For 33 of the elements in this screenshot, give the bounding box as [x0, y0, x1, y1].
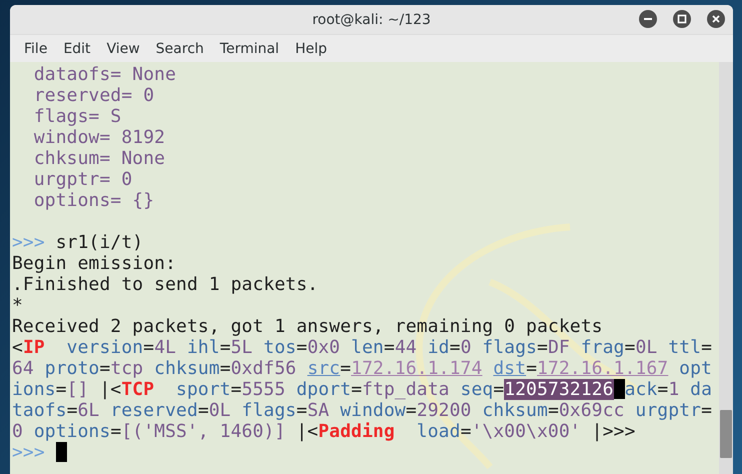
terminal-line: * — [12, 295, 24, 316]
terminal-line: dataofs= None — [32, 64, 178, 85]
terminal-line: urgptr= 0 — [32, 169, 134, 190]
terminal-line: reserved= 0 — [32, 85, 156, 106]
scrollbar[interactable] — [719, 62, 733, 474]
terminal-line: Received 2 packets, got 1 answers, remaining 0 packets — [12, 316, 604, 337]
terminal-line: ions=[] |<TCP sport=5555 dport=ftp_data seq=1205732126 ack=1 da — [12, 379, 714, 400]
terminal-line: >>> sr1(i/t) — [12, 232, 144, 253]
maximize-icon — [677, 14, 687, 24]
terminal-line: <IP version=4L ihl=5L tos=0x0 len=44 id=0 flags=DF frag=0L ttl= — [12, 337, 713, 358]
terminal-line: taofs=6L reserved=0L flags=SA window=29200 chksum=0x69cc urgptr= — [12, 400, 713, 421]
terminal-line: options= {} — [32, 190, 156, 211]
menu-item[interactable]: Help — [289, 38, 333, 58]
text-cursor — [614, 379, 625, 399]
terminal-line: >>> — [12, 442, 719, 463]
terminal-line: chksum= None — [32, 148, 166, 169]
menu-item[interactable]: Edit — [57, 38, 97, 58]
close-button[interactable] — [707, 10, 725, 28]
maximize-button[interactable] — [673, 10, 691, 28]
terminal-line: window= 8192 — [32, 127, 166, 148]
window-title: root@kali: ~/123 — [312, 12, 431, 28]
menu-item[interactable]: File — [18, 38, 54, 58]
menu-item[interactable]: View — [100, 38, 146, 58]
menu-item[interactable]: Terminal — [214, 38, 286, 58]
menu-item[interactable]: Search — [150, 38, 210, 58]
terminal-line: flags= S — [32, 106, 122, 127]
text-cursor — [56, 442, 67, 462]
terminal-line: Begin emission: — [12, 253, 178, 274]
terminal-line: .Finished to send 1 packets. — [12, 274, 320, 295]
minimize-button[interactable] — [639, 10, 657, 28]
terminal-line: 0 options=[('MSS', 1460)] |<Padding load='\x00\x00' |>>> — [12, 421, 636, 442]
close-icon — [711, 14, 721, 24]
terminal-line: 64 proto=tcp chksum=0xdf56 src=172.16.1.174 dst=172.16.1.167 opt — [12, 358, 713, 379]
